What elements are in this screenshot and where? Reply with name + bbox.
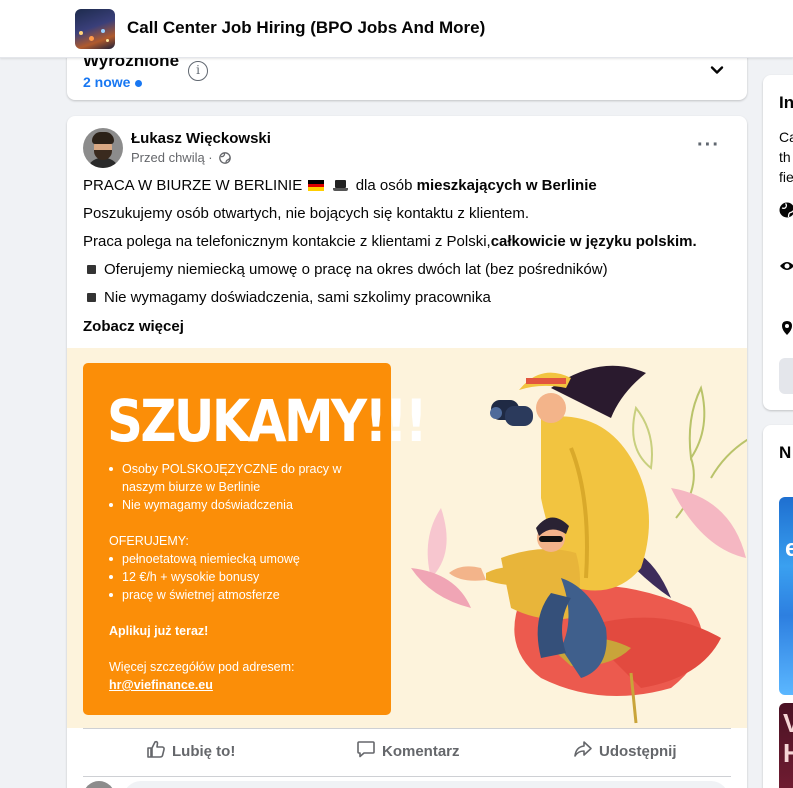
post-actions: Lubię to! Komentarz Udostępnij: [83, 728, 731, 772]
ad-offer-item: pełnoetatową niemiecką umowę: [109, 552, 300, 566]
comment-composer: [83, 776, 731, 788]
group-info-card: In Ca th fie: [763, 75, 793, 410]
black-square-icon: [87, 293, 96, 302]
ad-offer-label: OFERUJEMY:: [109, 534, 189, 548]
share-button[interactable]: Udostępnij: [573, 739, 677, 760]
ad-offer-item: 12 €/h + wysokie bonusy: [109, 570, 259, 584]
info-text-line: th: [779, 149, 791, 165]
like-button[interactable]: Lubię to!: [146, 739, 235, 760]
media-thumbnail[interactable]: eb: [779, 497, 793, 695]
post-line-1: PRACA W BIURZE W BERLINIE dla osób miesz…: [83, 177, 597, 194]
learn-more-button[interactable]: [779, 358, 793, 394]
info-icon[interactable]: i: [188, 61, 208, 81]
comment-input[interactable]: [123, 781, 729, 788]
post-meta: Przed chwilą ·: [131, 150, 232, 165]
group-cover-thumbnail[interactable]: [75, 9, 115, 49]
ad-offer-item: pracę w świetnej atmosferze: [109, 588, 280, 602]
current-user-avatar[interactable]: [83, 781, 115, 788]
post-bullet-1: Oferujemy niemiecką umowę o pracę na okr…: [83, 261, 608, 278]
see-more-link[interactable]: Zobacz więcej: [83, 318, 184, 335]
recent-media-card: N eb V H: [763, 425, 793, 788]
globe-icon: [219, 152, 232, 164]
ad-details-text: Więcej szczegółów pod adresem:: [109, 660, 295, 674]
featured-new-count[interactable]: 2 nowe: [83, 74, 143, 90]
post-time[interactable]: Przed chwilą ·: [131, 150, 213, 165]
media-heading: N: [779, 443, 792, 462]
ad-headline: SZUKAMY!!!: [107, 387, 428, 455]
post-bullet-2: Nie wymagamy doświadczenia, sami szkolim…: [83, 289, 491, 306]
detective-illustration: [411, 365, 747, 724]
info-text-line: Ca: [779, 129, 793, 145]
author-avatar[interactable]: [83, 128, 123, 168]
info-text-line: fie: [779, 169, 793, 185]
comment-button[interactable]: Komentarz: [356, 739, 460, 760]
ad-bullet: Nie wymagamy doświadczenia: [109, 498, 293, 512]
ad-email: hr@viefinance.eu: [109, 678, 213, 692]
germany-flag-icon: [308, 180, 325, 191]
group-title[interactable]: Call Center Job Hiring (BPO Jobs And Mor…: [127, 18, 485, 38]
new-dot-icon: [135, 79, 143, 87]
job-ad-card: SZUKAMY!!! Osoby POLSKOJĘZYCZNE do pracy…: [83, 363, 428, 715]
post-line-2: Poszukujemy osób otwartych, nie bojących…: [83, 205, 530, 222]
ad-bullet-continued: naszym biurze w Berlinie: [122, 480, 261, 494]
globe-icon: [779, 202, 793, 218]
black-square-icon: [87, 265, 96, 274]
more-options-icon[interactable]: ···: [697, 135, 720, 155]
ad-bullet: Osoby POLSKOJĘZYCZNE do pracy w: [109, 462, 342, 476]
group-header: Call Center Job Hiring (BPO Jobs And Mor…: [0, 0, 793, 58]
post-image[interactable]: SZUKAMY!!! Osoby POLSKOJĘZYCZNE do pracy…: [67, 348, 747, 728]
chevron-down-icon[interactable]: [709, 62, 725, 83]
author-name[interactable]: Łukasz Więckowski: [131, 130, 271, 147]
ad-apply-text: Aplikuj już teraz!: [109, 624, 209, 638]
info-heading: In: [779, 93, 793, 112]
share-icon: [574, 741, 592, 757]
media-thumbnail[interactable]: V H: [779, 703, 793, 788]
post: Łukasz Więckowski Przed chwilą · ··· PRA…: [67, 116, 747, 788]
thumbs-up-icon: [147, 740, 165, 758]
laptop-icon: [332, 180, 348, 191]
eye-icon: [780, 262, 793, 270]
post-line-3: Praca polega na telefonicznym kontakcie …: [83, 233, 697, 250]
location-pin-icon: [782, 321, 792, 335]
comment-icon: [357, 741, 375, 758]
